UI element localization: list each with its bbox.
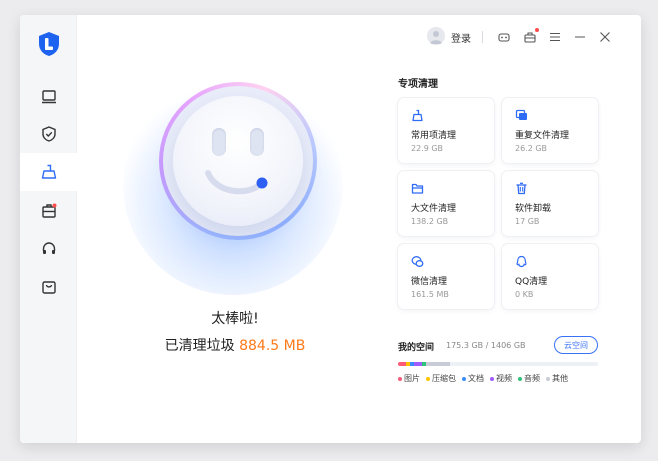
card-size: 26.2 GB — [515, 144, 548, 153]
face-right-eye — [250, 128, 264, 156]
monitor-icon — [41, 90, 56, 104]
titlebar-divider — [482, 31, 483, 43]
robot-icon[interactable] — [496, 29, 512, 45]
minimize-icon[interactable] — [572, 29, 588, 45]
legend-label: 其他 — [552, 374, 568, 383]
legend-label: 压缩包 — [432, 374, 456, 383]
card-wechat-clean[interactable]: 微信清理 161.5 MB — [398, 244, 494, 309]
folder-icon — [411, 183, 424, 194]
legend-item: 图片 — [398, 373, 420, 384]
app-logo — [39, 32, 59, 56]
avatar-icon[interactable] — [427, 27, 445, 45]
card-large-file-clean[interactable]: 大文件清理 138.2 GB — [398, 171, 494, 236]
card-label: 重复文件清理 — [515, 131, 570, 141]
wechat-icon — [411, 256, 424, 267]
sidebar-item-device[interactable] — [20, 78, 77, 116]
menu-icon[interactable] — [547, 29, 563, 45]
legend-item: 文档 — [462, 373, 484, 384]
space-usage: 175.3 GB / 1406 GB — [446, 341, 526, 350]
face-left-eye — [212, 128, 226, 156]
legend-item: 音频 — [518, 373, 540, 384]
duplicate-files-icon — [515, 109, 527, 120]
face-smile — [205, 170, 268, 195]
legend-label: 音频 — [524, 374, 540, 383]
broom-icon — [412, 109, 423, 122]
cleaned-summary: 已清理垃圾 884.5 MB — [20, 335, 450, 355]
card-uninstall[interactable]: 软件卸载 17 GB — [502, 171, 598, 236]
app-window: 登录 太棒啦! 已清理垃圾 884.5 MB 专项清理 常用项清理 22.9 G… — [20, 15, 641, 443]
card-size: 161.5 MB — [411, 290, 449, 299]
legend-dot — [518, 376, 522, 381]
legend-dot — [546, 376, 550, 381]
space-segment — [398, 362, 406, 366]
sidebar-item-service[interactable] — [20, 230, 77, 268]
card-label: 大文件清理 — [411, 204, 457, 214]
sidebar-item-clean[interactable] — [20, 153, 77, 191]
sidebar — [20, 15, 77, 443]
sidebar-item-store[interactable] — [20, 268, 77, 306]
card-label: 微信清理 — [411, 277, 448, 287]
space-usage-bar — [398, 362, 598, 366]
legend-dot — [462, 376, 466, 381]
legend-item: 压缩包 — [426, 373, 456, 384]
space-segment — [426, 362, 450, 366]
legend-item: 视频 — [490, 373, 512, 384]
legend-dot — [490, 376, 494, 381]
notification-dot — [535, 28, 539, 32]
login-link[interactable]: 登录 — [451, 30, 471, 45]
card-size: 22.9 GB — [411, 144, 444, 153]
cleaned-value: 884.5 MB — [239, 338, 306, 354]
cloud-space-button[interactable]: 云空间 — [554, 336, 598, 354]
legend-label: 视频 — [496, 374, 512, 383]
special-clean-title: 专项清理 — [398, 79, 438, 90]
card-label: 常用项清理 — [411, 131, 457, 141]
space-legend: 图片 压缩包 文档 视频 音频 其他 — [398, 373, 568, 384]
legend-item: 其他 — [546, 373, 568, 384]
headset-icon — [42, 242, 55, 254]
card-label: QQ清理 — [515, 277, 548, 287]
card-common-clean[interactable]: 常用项清理 22.9 GB — [398, 98, 494, 163]
card-label: 软件卸载 — [515, 204, 552, 214]
toolbox-icon — [41, 203, 56, 218]
sidebar-item-toolbox[interactable] — [20, 192, 77, 230]
card-size: 17 GB — [515, 217, 540, 226]
sidebar-item-security[interactable] — [20, 115, 77, 153]
close-icon[interactable] — [597, 29, 613, 45]
bag-icon — [41, 281, 56, 294]
gift-icon[interactable] — [522, 28, 539, 45]
trash-icon — [516, 182, 527, 195]
shield-check-icon — [41, 126, 56, 142]
broom-icon — [41, 164, 56, 179]
legend-dot — [398, 376, 402, 381]
title-bar: 登录 — [391, 15, 641, 59]
card-size: 0 KB — [515, 290, 534, 299]
smiley-face — [173, 96, 303, 226]
legend-dot — [426, 376, 430, 381]
card-size: 138.2 GB — [411, 217, 449, 226]
legend-label: 图片 — [404, 374, 420, 383]
my-space-title: 我的空间 — [398, 343, 435, 353]
great-text: 太棒啦! — [211, 311, 259, 327]
cleaned-prefix: 已清理垃圾 — [164, 338, 240, 354]
qq-icon — [516, 255, 527, 268]
space-segment — [414, 362, 422, 366]
card-duplicate-clean[interactable]: 重复文件清理 26.2 GB — [502, 98, 598, 163]
legend-label: 文档 — [468, 374, 484, 383]
card-qq-clean[interactable]: QQ清理 0 KB — [502, 244, 598, 309]
